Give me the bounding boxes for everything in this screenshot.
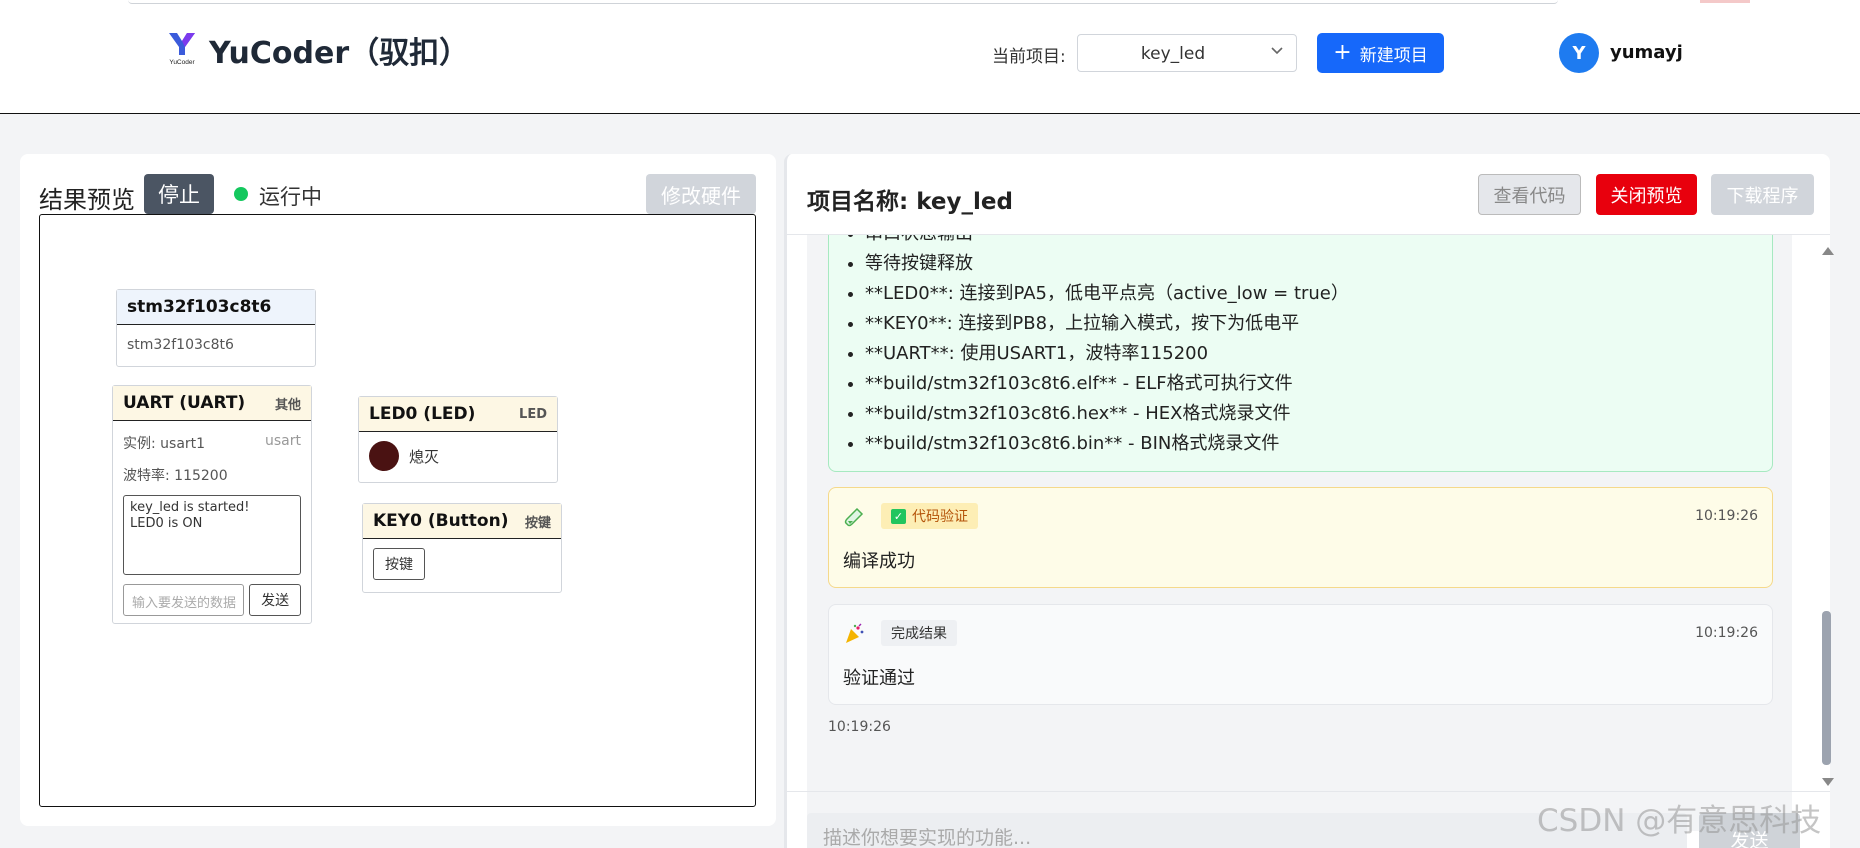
list-item: **build/stm32f103c8t6.bin** - BIN格式烧录文件: [865, 429, 1349, 459]
app-header: YuCoder YuCoder（驭扣） 当前项目: key_led + 新建项目…: [0, 0, 1860, 114]
close-preview-button[interactable]: 关闭预览: [1596, 174, 1697, 215]
view-code-button[interactable]: 查看代码: [1478, 174, 1581, 215]
uart-instance: 实例: usart1: [123, 436, 206, 452]
mcu-card-title: stm32f103c8t6: [127, 297, 272, 317]
uart-kind: usart: [265, 433, 301, 449]
uart-log-output[interactable]: key_led is started! LED0 is ON: [123, 495, 301, 575]
preview-panel: 结果预览 停止 运行中 修改硬件 stm32f103c8t6 stm32f103…: [20, 154, 776, 826]
led-state: 熄灭: [409, 447, 440, 466]
party-popper-icon: [846, 623, 864, 643]
test-tube-icon: [844, 507, 864, 527]
result-time: 10:19:26: [1695, 625, 1758, 641]
running-status-text: 运行中: [259, 185, 322, 209]
browser-toolbar-accent: [1700, 0, 1750, 3]
plus-icon: +: [1333, 40, 1352, 65]
key-card[interactable]: KEY0 (Button) 按键 按键: [362, 503, 562, 593]
assistant-message: 串口状态输出 等待按键释放 **LED0**: 连接到PA5，低电平点亮（act…: [828, 235, 1773, 472]
preview-title: 结果预览: [39, 186, 135, 214]
chat-messages[interactable]: 串口状态输出 等待按键释放 **LED0**: 连接到PA5，低电平点亮（act…: [807, 235, 1792, 831]
hardware-canvas[interactable]: stm32f103c8t6 stm32f103c8t6 UART (UART) …: [39, 214, 756, 807]
mcu-card-body: stm32f103c8t6: [127, 337, 234, 353]
project-name-title: 项目名称: key_led: [807, 189, 1013, 215]
list-item: **KEY0**: 连接到PB8，上拉输入模式，按下为低电平: [865, 309, 1349, 339]
led-card[interactable]: LED0 (LED) LED 熄灭: [358, 396, 558, 483]
svg-text:YuCoder: YuCoder: [169, 59, 195, 66]
mcu-card[interactable]: stm32f103c8t6 stm32f103c8t6: [116, 289, 316, 367]
list-item: **build/stm32f103c8t6.elf** - ELF格式可执行文件: [865, 369, 1349, 399]
avatar[interactable]: Y: [1559, 33, 1599, 73]
chat-panel: 项目名称: key_led 查看代码 关闭预览 下载程序 串口状态输出 等待按键…: [784, 154, 1834, 848]
uart-send-input[interactable]: 输入要发送的数据: [123, 584, 245, 616]
username[interactable]: yumayj: [1610, 42, 1683, 63]
uart-card-type: 其他: [274, 397, 301, 413]
running-status-dot: [234, 187, 248, 201]
divider: [787, 791, 1830, 792]
led-card-type: LED: [519, 406, 547, 422]
watermark: CSDN @有意思科技: [1537, 803, 1822, 839]
verify-text: 编译成功: [843, 551, 915, 572]
key-press-button[interactable]: 按键: [373, 548, 425, 580]
key-card-type: 按键: [524, 515, 551, 531]
brand-title: YuCoder（驭扣）: [209, 36, 470, 71]
chat-timestamp: 10:19:26: [828, 719, 891, 735]
project-select[interactable]: key_led: [1077, 34, 1297, 72]
chevron-down-icon: [1271, 47, 1283, 55]
result-text: 验证通过: [843, 668, 915, 689]
list-item: **LED0**: 连接到PA5，低电平点亮（active_low = true…: [865, 279, 1349, 309]
led-card-title: LED0 (LED): [369, 404, 476, 424]
list-item: 串口状态输出: [865, 235, 1349, 249]
verify-badge-label: 代码验证: [912, 509, 968, 525]
scroll-up-icon[interactable]: [1822, 247, 1834, 255]
browser-toolbar-edge: [128, 0, 1558, 4]
project-label: 当前项目:: [992, 47, 1066, 67]
modify-hardware-button[interactable]: 修改硬件: [646, 174, 756, 214]
checkmark-icon: ✓: [891, 508, 906, 524]
verify-message: ✓ 代码验证 10:19:26 编译成功: [828, 487, 1773, 588]
uart-send-button[interactable]: 发送: [249, 584, 301, 616]
key-card-title: KEY0 (Button): [373, 511, 509, 531]
uart-baud: 波特率: 115200: [123, 468, 228, 484]
list-item: **UART**: 使用USART1，波特率115200: [865, 339, 1349, 369]
project-select-value: key_led: [1140, 44, 1206, 64]
result-message: 完成结果 10:19:26 验证通过: [828, 604, 1773, 705]
scrollbar-thumb[interactable]: [1822, 611, 1831, 765]
result-badge: 完成结果: [881, 620, 957, 646]
yucoder-logo-icon: YuCoder: [169, 33, 195, 66]
download-program-button[interactable]: 下载程序: [1711, 174, 1814, 215]
stop-button[interactable]: 停止: [144, 174, 214, 214]
uart-card[interactable]: UART (UART) 其他 实例: usart1 usart 波特率: 115…: [112, 385, 312, 624]
summary-list: 串口状态输出 等待按键释放 **LED0**: 连接到PA5，低电平点亮（act…: [865, 235, 1349, 459]
new-project-label: 新建项目: [1359, 45, 1428, 66]
uart-card-title: UART (UART): [123, 393, 246, 413]
list-item: 等待按键释放: [865, 249, 1349, 279]
chat-scrollbar[interactable]: [1822, 247, 1834, 787]
new-project-button[interactable]: + 新建项目: [1317, 33, 1444, 73]
verify-time: 10:19:26: [1695, 508, 1758, 524]
list-item: **build/stm32f103c8t6.hex** - HEX格式烧录文件: [865, 399, 1349, 429]
scroll-down-icon[interactable]: [1822, 778, 1834, 786]
led-indicator: [369, 441, 399, 471]
verify-badge: ✓ 代码验证: [881, 503, 978, 529]
